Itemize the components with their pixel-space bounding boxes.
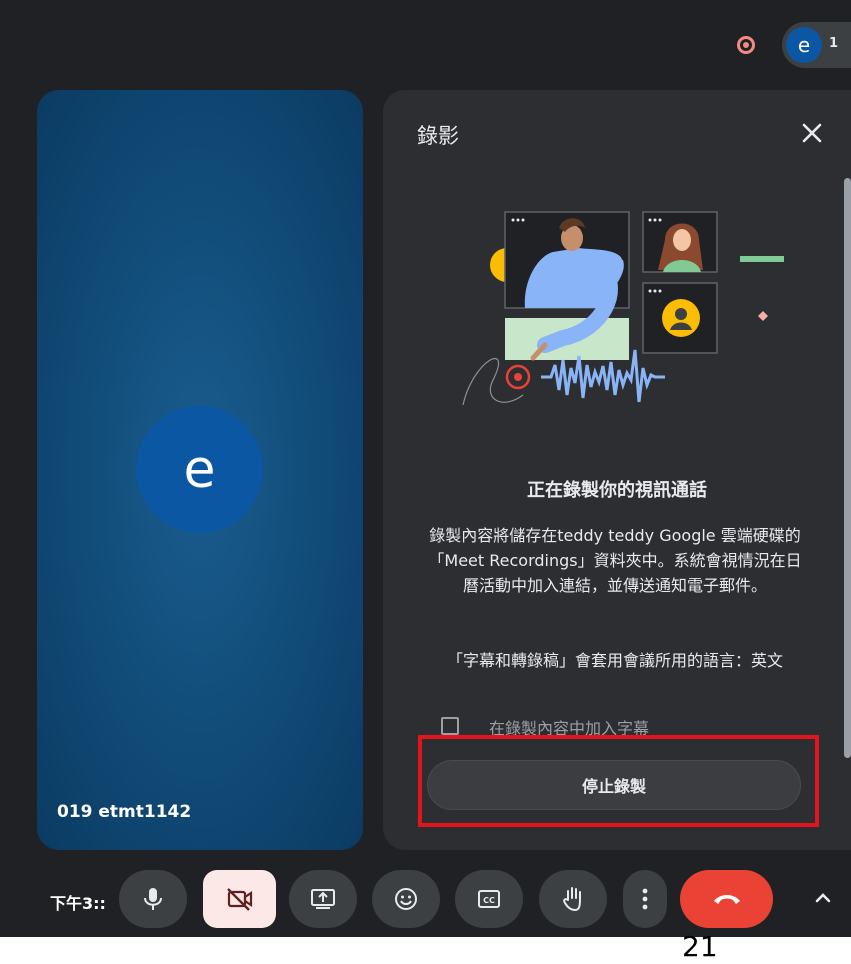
- svg-text:CC: CC: [483, 896, 495, 905]
- meeting-clock: 下午3::: [50, 894, 106, 913]
- caption-checkbox-label: 在錄製內容中加入字幕: [489, 719, 650, 737]
- people-count: 1: [829, 36, 839, 51]
- highlight-box: [418, 735, 819, 827]
- emoji-button[interactable]: [372, 870, 440, 928]
- raise-hand-icon: [563, 887, 581, 912]
- panel-scrollbar[interactable]: [844, 178, 851, 758]
- participant-name: 019 etmt1142: [57, 802, 192, 822]
- chevron-up-icon[interactable]: [810, 885, 836, 911]
- more-options-icon: [642, 888, 648, 910]
- panel-title: 錄影: [417, 124, 459, 148]
- caption-option[interactable]: 在錄製內容中加入字幕: [441, 715, 801, 737]
- mic-button[interactable]: [119, 870, 187, 928]
- participant-avatar: e: [136, 406, 263, 533]
- recording-heading: 正在錄製你的視訊通話: [527, 480, 707, 501]
- more-options-button[interactable]: [623, 870, 667, 928]
- raise-hand-button[interactable]: [539, 870, 607, 928]
- page-number: 21: [682, 930, 718, 963]
- camera-off-icon: [226, 888, 252, 911]
- present-screen-icon: [311, 889, 335, 909]
- caption-language-note: 「字幕和轉錄稿」會套用會議所用的語言：英文: [446, 651, 783, 670]
- mic-icon: [144, 888, 162, 910]
- end-call-icon: [713, 895, 740, 904]
- present-button[interactable]: [289, 870, 357, 928]
- captions-icon: CC: [478, 890, 500, 908]
- recording-description: 錄製內容將儲存在teddy teddy Google 雲端硬碟的「Meet Re…: [428, 526, 802, 595]
- recording-illustration: [462, 211, 784, 406]
- close-icon[interactable]: [797, 118, 827, 148]
- people-avatar: e: [786, 27, 822, 63]
- captions-button[interactable]: CC: [455, 870, 523, 928]
- emoji-icon: [395, 888, 417, 910]
- camera-button[interactable]: [203, 870, 276, 928]
- record-icon: [737, 36, 755, 54]
- caption-checkbox[interactable]: [441, 717, 459, 735]
- participant-tile[interactable]: e 019 etmt1142: [37, 90, 363, 850]
- recording-indicator[interactable]: [728, 27, 764, 63]
- people-button[interactable]: e 1: [782, 22, 851, 68]
- end-call-button[interactable]: [680, 870, 773, 928]
